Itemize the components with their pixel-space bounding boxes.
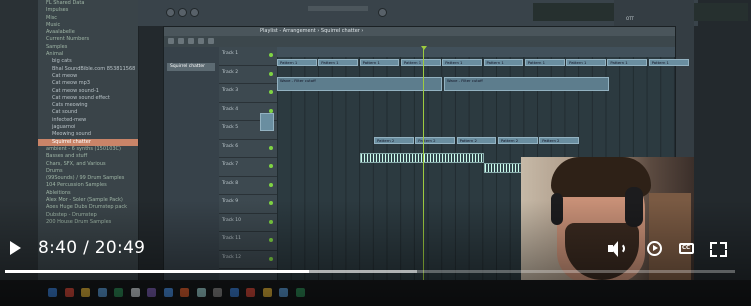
- progress-bar[interactable]: [5, 270, 735, 273]
- browser-item[interactable]: Misc: [38, 15, 138, 22]
- browser-item[interactable]: jaguarnoi: [38, 124, 138, 131]
- browser-item[interactable]: Basses and stuff: [38, 153, 138, 160]
- browser-item[interactable]: infected-mew: [38, 117, 138, 124]
- browser-item[interactable]: Cat meow mp3: [38, 80, 138, 87]
- browser-item[interactable]: Ableitions: [38, 190, 138, 197]
- pattern-clip[interactable]: Pattern 2: [456, 137, 497, 144]
- automation-clip[interactable]: Wave - Filter cutoff: [444, 77, 609, 91]
- browser-item[interactable]: Impulses: [38, 7, 138, 14]
- timeline-ruler: [277, 47, 675, 57]
- pattern-clip[interactable]: Pattern 2: [539, 137, 580, 144]
- track-header[interactable]: Track 1: [219, 47, 277, 66]
- track-label: Track 4: [222, 106, 239, 112]
- paint-icon: [198, 38, 204, 44]
- track-label: Track 1: [222, 51, 239, 56]
- track-enable-icon[interactable]: [269, 90, 273, 94]
- track-header[interactable]: Track 3: [219, 84, 277, 103]
- browser-item[interactable]: Samples: [38, 44, 138, 51]
- picker-item: Squirrel chatter: [167, 63, 215, 71]
- pattern-clip[interactable]: Pattern 2: [374, 137, 414, 144]
- knob-icon: [178, 8, 187, 17]
- browser-item[interactable]: Cats meowing: [38, 102, 138, 109]
- pattern-clip[interactable]: Pattern 1: [400, 59, 441, 66]
- track-label: Track 3: [222, 88, 239, 93]
- playlist-tools: [164, 36, 675, 52]
- knob-icon: [190, 8, 199, 17]
- pattern-clip[interactable]: Pattern 2: [497, 137, 538, 144]
- browser-item[interactable]: Bhal SoundBible.com 853811568: [38, 66, 138, 73]
- pattern-clip[interactable]: Pattern 1: [483, 59, 524, 66]
- sample-clip[interactable]: [260, 113, 274, 131]
- playlist-titlebar: Playlist - Arrangement › Squirrel chatte…: [164, 27, 675, 36]
- playlist-title: Playlist - Arrangement › Squirrel chatte…: [260, 28, 364, 34]
- pattern-selector: [308, 6, 368, 11]
- browser-item[interactable]: big cats: [38, 58, 138, 65]
- pattern-clip[interactable]: Pattern 1: [442, 59, 483, 66]
- progress-played: [5, 270, 309, 273]
- track-label: Track 8: [222, 180, 239, 186]
- track-label: Track 6: [222, 143, 239, 149]
- pattern-clip[interactable]: Pattern 1: [359, 59, 400, 66]
- fullscreen-button[interactable]: [709, 240, 727, 257]
- knob-icon: [378, 8, 387, 17]
- time-display: 8:40 / 20:49: [38, 238, 146, 258]
- browser-item[interactable]: Cat meow: [38, 73, 138, 80]
- automation-clip[interactable]: Wave - Filter cutoff: [277, 77, 442, 91]
- snap-icon: [178, 38, 184, 44]
- pattern-clip[interactable]: Pattern 1: [524, 59, 565, 66]
- play-icon: [10, 241, 21, 255]
- playback-speed-button[interactable]: [646, 240, 664, 257]
- browser-item[interactable]: 104 Percussion Samples: [38, 182, 138, 189]
- browser-item[interactable]: Squirrel chatter: [38, 138, 138, 146]
- browser-item[interactable]: Drums: [38, 168, 138, 175]
- browser-item[interactable]: Cat meow sound effect: [38, 95, 138, 102]
- panel-label: OTT: [626, 16, 634, 21]
- browser-item[interactable]: (99Sounds) / 99 Drum Samples: [38, 175, 138, 182]
- menu-icon: [168, 38, 174, 44]
- browser-item[interactable]: ambient - 6 synths (150103C): [38, 146, 138, 153]
- captions-icon: CC: [679, 243, 694, 254]
- draw-icon: [188, 38, 194, 44]
- pattern-clip[interactable]: Pattern 1: [648, 59, 689, 66]
- browser-item[interactable]: Avaalabelle: [38, 29, 138, 36]
- browser-item[interactable]: Cat sound: [38, 109, 138, 116]
- track-header[interactable]: Track 8: [219, 177, 277, 195]
- track-label: Track 5: [222, 125, 239, 130]
- browser-item[interactable]: Cat meow sound-1: [38, 88, 138, 95]
- track-header[interactable]: Track 2: [219, 66, 277, 84]
- browser-item[interactable]: Current Numbers: [38, 36, 138, 43]
- track-label: Track 2: [222, 69, 239, 75]
- delete-icon: [208, 38, 214, 44]
- audio-clip-waveform[interactable]: [360, 153, 484, 163]
- play-button[interactable]: [8, 240, 24, 256]
- track-enable-icon[interactable]: [269, 182, 273, 187]
- track-header[interactable]: Track 7: [219, 158, 277, 177]
- volume-button[interactable]: [608, 240, 626, 257]
- pattern-clip[interactable]: Pattern 1: [318, 59, 359, 66]
- track-enable-icon[interactable]: [269, 164, 273, 168]
- track-enable-icon[interactable]: [269, 71, 273, 76]
- browser-item[interactable]: Chars, SFX, and Various: [38, 161, 138, 168]
- captions-button[interactable]: CC: [679, 240, 697, 257]
- pattern-clip[interactable]: Pattern 1: [607, 59, 648, 66]
- pattern-clip[interactable]: Pattern 1: [566, 59, 606, 66]
- browser-item[interactable]: Meowing sound: [38, 131, 138, 138]
- track-label: Track 7: [222, 162, 239, 167]
- browser-item[interactable]: FL Shared Data: [38, 0, 138, 7]
- browser-item[interactable]: Music: [38, 22, 138, 29]
- track-header[interactable]: Track 6: [219, 140, 277, 158]
- track-enable-icon[interactable]: [269, 53, 273, 57]
- track-enable-icon[interactable]: [269, 145, 273, 150]
- knob-icon: [166, 8, 175, 17]
- browser-item[interactable]: Animal: [38, 51, 138, 58]
- pattern-clip[interactable]: Pattern 2: [415, 137, 456, 144]
- pattern-clip[interactable]: Pattern 1: [277, 59, 317, 66]
- track-enable-icon[interactable]: [269, 108, 273, 113]
